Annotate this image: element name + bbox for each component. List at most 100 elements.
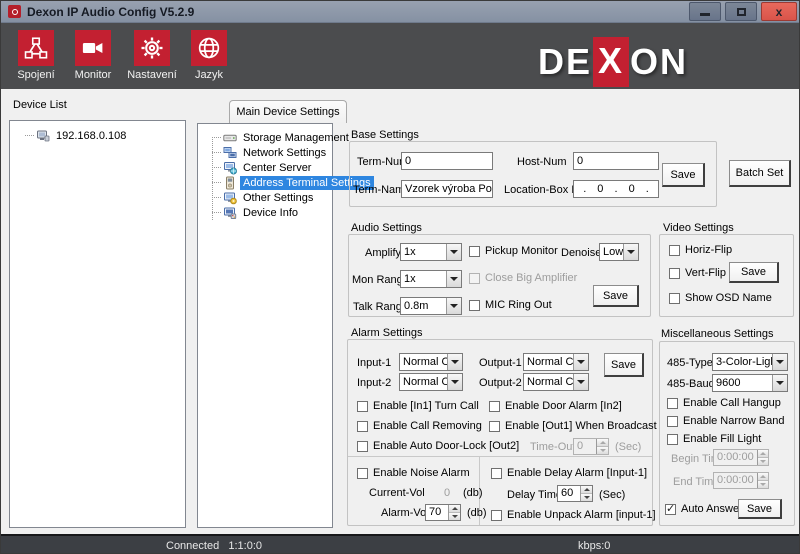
toolbar-button-monitor[interactable]: Monitor: [67, 30, 119, 81]
button-label: Save: [603, 290, 628, 302]
mon-range-value: 1x: [401, 271, 446, 287]
device-list-panel: 192.168.0.108: [9, 120, 186, 528]
485-baud-label: 485-Baud: [667, 378, 715, 390]
checkbox-enable-out1-when-broadcast[interactable]: Enable [Out1] When Broadcast: [489, 420, 657, 432]
checkbox-mic-ring-out[interactable]: MIC Ring Out: [469, 299, 552, 311]
checkbox-label: Enable Call Removing: [373, 420, 482, 432]
checkbox-box: [357, 468, 368, 479]
checkbox-box: [665, 504, 676, 515]
checkbox-horiz-flip[interactable]: Horiz-Flip: [669, 244, 732, 256]
checkbox-enable-unpack-alarm[interactable]: Enable Unpack Alarm [input-1]: [491, 509, 656, 521]
misc-save-button[interactable]: Save: [738, 499, 782, 519]
input1-select[interactable]: Normal Open: [399, 353, 463, 371]
alarm-divider-horizontal: [348, 456, 652, 457]
toolbar-button-nastaveni[interactable]: Nastavení: [126, 30, 178, 81]
chevron-down-icon: [772, 375, 787, 391]
mon-range-select[interactable]: 1x: [400, 270, 462, 288]
checkbox-enable-delay-alarm[interactable]: Enable Delay Alarm [Input-1]: [491, 467, 647, 479]
tree-item-device-info[interactable]: Device Info: [203, 205, 330, 220]
tab-main-device-settings[interactable]: Main Device Settings: [229, 100, 347, 123]
checkbox-enable-noise-alarm[interactable]: Enable Noise Alarm: [357, 467, 470, 479]
delay-time-spinner[interactable]: 60: [557, 485, 593, 502]
time-out-unit: (Sec): [615, 441, 641, 453]
term-name-input[interactable]: Vzorek výroba PoE + a: [401, 180, 493, 198]
checkbox-label: MIC Ring Out: [485, 299, 552, 311]
spinner-arrows-icon: [596, 439, 608, 454]
amplify-select[interactable]: 1x: [400, 243, 462, 261]
checkbox-box: [357, 421, 368, 432]
checkbox-box: [669, 293, 680, 304]
video-save-button[interactable]: Save: [729, 262, 779, 283]
checkbox-enable-call-removing[interactable]: Enable Call Removing: [357, 420, 482, 432]
device-list-heading: Device List: [13, 99, 67, 111]
checkbox-pickup-monitor[interactable]: Pickup Monitor: [469, 245, 558, 257]
button-label: Save: [747, 503, 772, 515]
maximize-button[interactable]: [725, 2, 757, 21]
485-type-label: 485-Type: [667, 357, 713, 369]
checkbox-enable-narrow-band[interactable]: Enable Narrow Band: [667, 415, 785, 427]
checkbox-label: Enable Narrow Band: [683, 415, 785, 427]
begin-time-spinner: 0:00:00: [713, 449, 769, 466]
checkbox-auto-answer[interactable]: Auto Answer: [665, 503, 743, 515]
spinner-arrows-icon[interactable]: [448, 505, 460, 520]
output2-select[interactable]: Normal Close: [523, 373, 589, 391]
toolbar-button-jazyk[interactable]: Jazyk: [183, 30, 235, 81]
checkbox-enable-auto-door-lock[interactable]: Enable Auto Door-Lock [Out2]: [357, 440, 519, 452]
checkbox-enable-door-alarm[interactable]: Enable Door Alarm [In2]: [489, 400, 622, 412]
alarm-save-button[interactable]: Save: [604, 353, 644, 377]
checkbox-label: Horiz-Flip: [685, 244, 732, 256]
kbps-status: kbps:0: [578, 540, 610, 552]
checkbox-show-osd-name[interactable]: Show OSD Name: [669, 292, 772, 304]
logo-text: ON: [630, 41, 688, 83]
time-out-label: Time-Out: [530, 441, 575, 453]
checkbox-box: [489, 401, 500, 412]
host-num-input[interactable]: 0: [573, 152, 659, 170]
term-name-value: Vzorek výroba PoE + a: [405, 183, 493, 195]
tree-item-network-settings[interactable]: Network Settings: [203, 145, 330, 160]
device-ip: 192.168.0.108: [53, 129, 129, 143]
checkbox-enable-fill-light[interactable]: Enable Fill Light: [667, 433, 761, 445]
button-label: Save: [611, 359, 636, 371]
output1-select[interactable]: Normal Close: [523, 353, 589, 371]
output2-value: Normal Close: [524, 374, 573, 390]
checkbox-label: Enable [Out1] When Broadcast: [505, 420, 657, 432]
gear-icon: [134, 30, 170, 66]
checkbox-box: [489, 421, 500, 432]
location-box-ip-value: 0 . 0 . 0 . 0: [573, 183, 659, 195]
tree-item-storage-management[interactable]: Storage Management: [203, 130, 330, 145]
checkbox-enable-call-hangup[interactable]: Enable Call Hangup: [667, 397, 781, 409]
alarm-vol-spinner[interactable]: 70: [425, 504, 461, 521]
close-button[interactable]: x: [761, 2, 797, 21]
checkbox-label: Pickup Monitor: [485, 245, 558, 257]
delay-time-label: Delay Time: [507, 489, 562, 501]
tree-item-address-terminal-settings[interactable]: Address Terminal Settings: [203, 175, 330, 190]
spinner-arrows-icon[interactable]: [580, 486, 592, 501]
input2-select[interactable]: Normal Open: [399, 373, 463, 391]
checkbox-vert-flip[interactable]: Vert-Flip: [669, 267, 726, 279]
close-icon: x: [776, 6, 783, 18]
tree-item-label: Storage Management: [240, 131, 352, 145]
dexon-logo: DEXON: [538, 37, 688, 87]
chevron-down-icon: [446, 271, 461, 287]
tree-item-label: Device Info: [240, 206, 301, 220]
group-title-video-settings: Video Settings: [663, 222, 734, 234]
audio-save-button[interactable]: Save: [593, 285, 639, 307]
tree-item-center-server[interactable]: Center Server: [203, 160, 330, 175]
checkbox-label: Enable Delay Alarm [Input-1]: [507, 467, 647, 479]
485-type-select[interactable]: 3-Color-Light: [712, 353, 788, 371]
checkbox-box: [357, 401, 368, 412]
minimize-button[interactable]: [689, 2, 721, 21]
talk-range-select[interactable]: 0.8m: [400, 297, 462, 315]
tree-item-other-settings[interactable]: Other Settings: [203, 190, 330, 205]
term-num-input[interactable]: 0: [401, 152, 493, 170]
485-baud-select[interactable]: 9600: [712, 374, 788, 392]
toolbar-button-spojeni[interactable]: Spojení: [10, 30, 62, 81]
base-save-button[interactable]: Save: [662, 163, 705, 187]
checkbox-enable-in1-turn-call[interactable]: Enable [In1] Turn Call: [357, 400, 479, 412]
input2-value: Normal Open: [400, 374, 447, 390]
device-list-item[interactable]: 192.168.0.108: [16, 128, 185, 143]
denoise-select[interactable]: Low: [599, 243, 639, 261]
settings-tree: Storage Management Network Settings Cent…: [203, 130, 330, 220]
location-box-ip-input[interactable]: 0 . 0 . 0 . 0: [573, 180, 659, 198]
batch-set-button[interactable]: Batch Set: [729, 160, 791, 187]
